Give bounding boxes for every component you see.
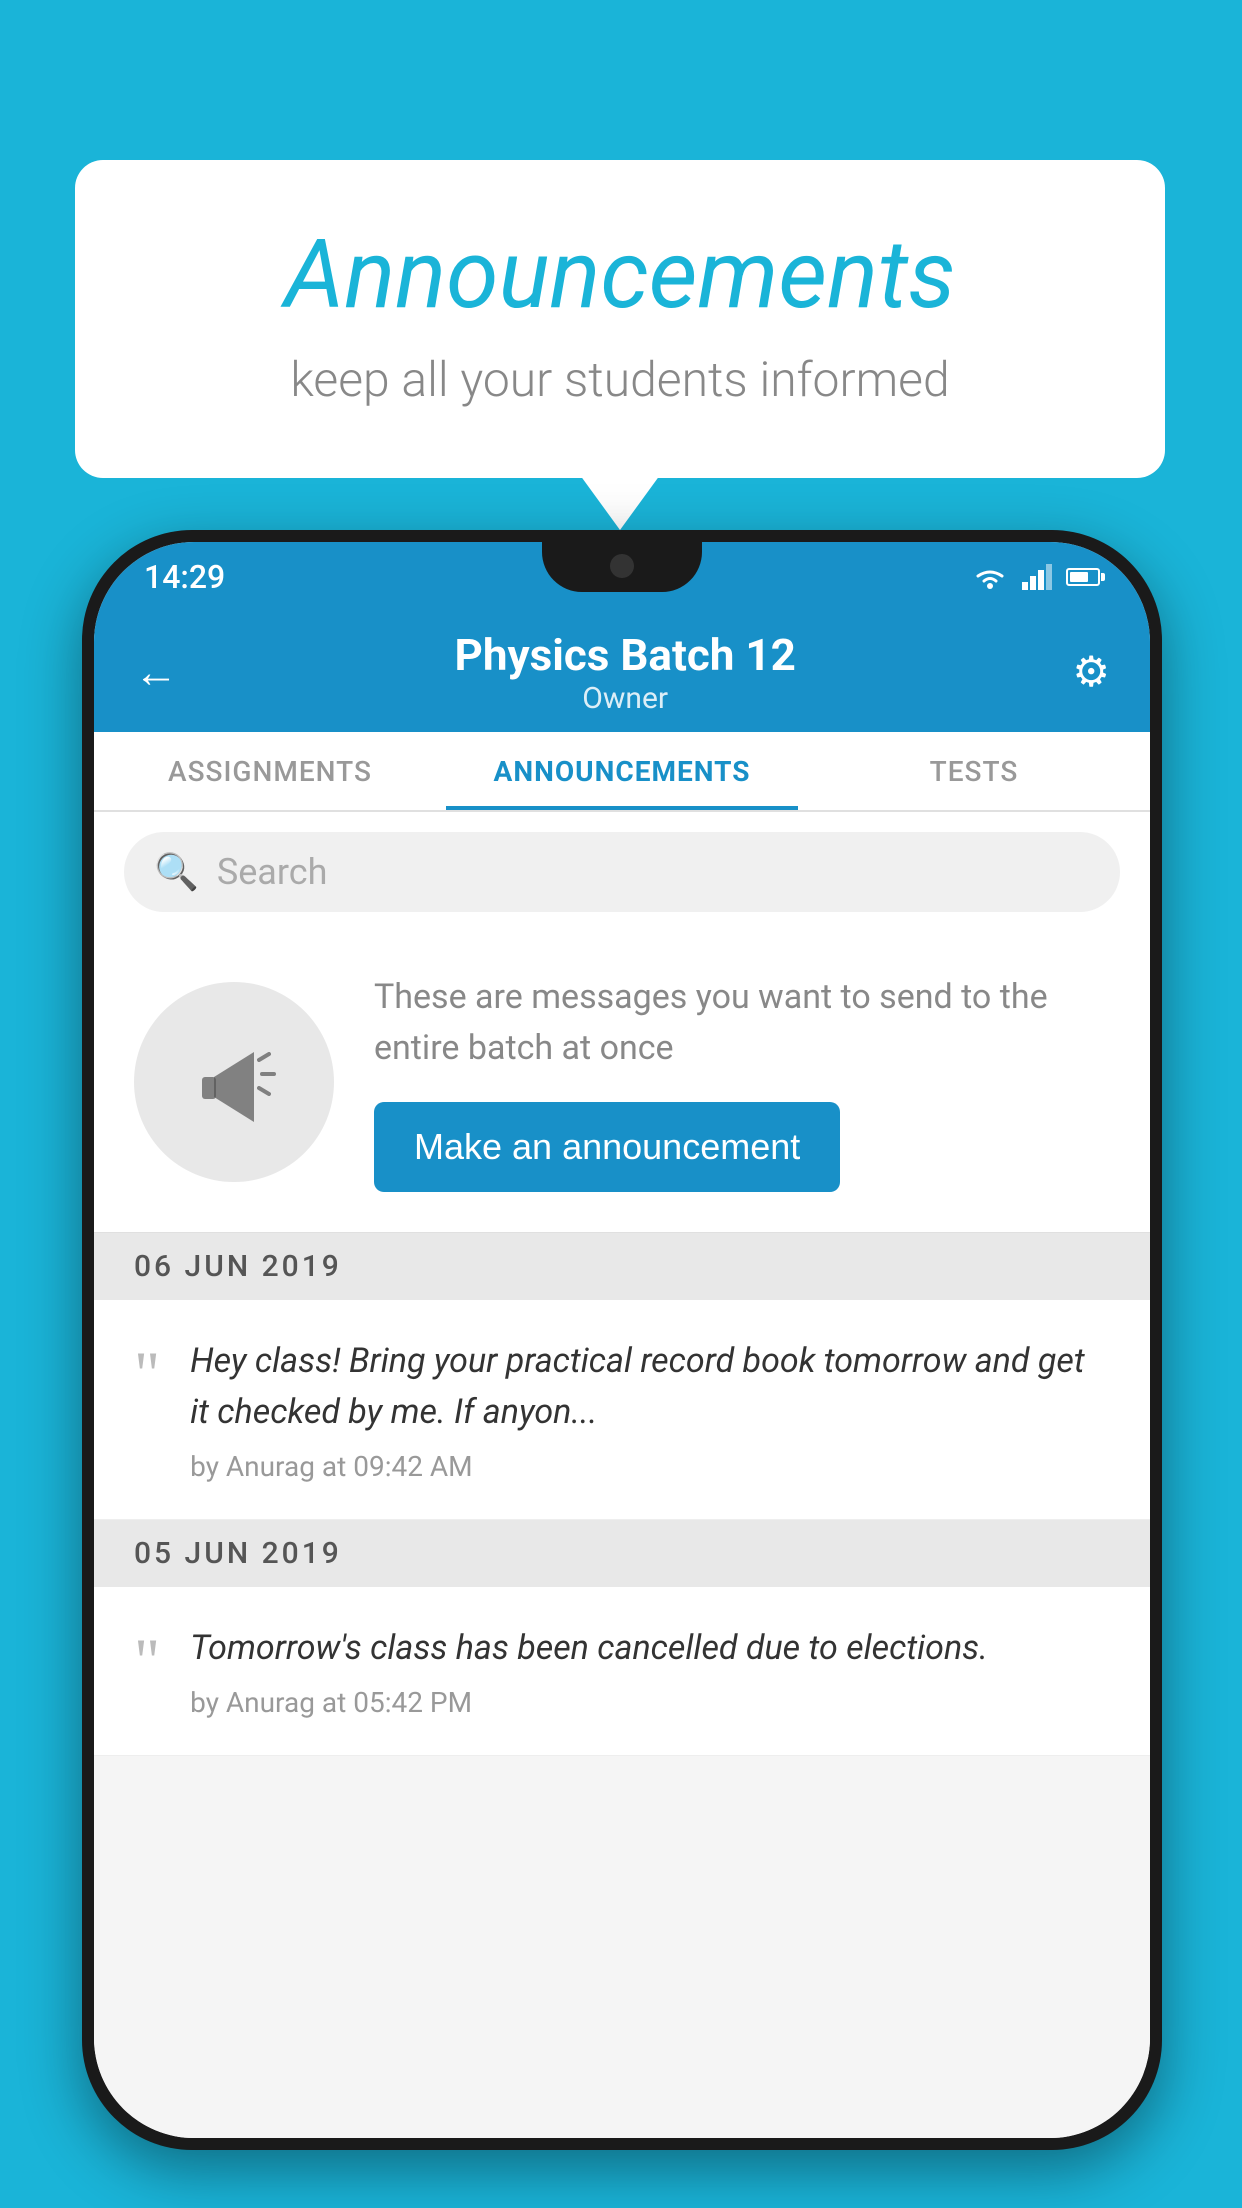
- quote-icon-2: ": [134, 1629, 160, 1693]
- camera-notch: [610, 554, 634, 578]
- status-icons: [972, 564, 1100, 590]
- speech-bubble-title: Announcements: [155, 220, 1085, 331]
- promo-content: These are messages you want to send to t…: [374, 972, 1110, 1192]
- header-title: Physics Batch 12: [454, 629, 795, 681]
- search-bar[interactable]: 🔍 Search: [124, 832, 1120, 912]
- tab-tests[interactable]: TESTS: [798, 732, 1150, 810]
- battery-icon: [1066, 568, 1100, 586]
- phone-inner: 14:29: [94, 542, 1150, 2138]
- tab-announcements[interactable]: ANNOUNCEMENTS: [446, 732, 798, 810]
- announcement-item-1[interactable]: " Hey class! Bring your practical record…: [94, 1300, 1150, 1520]
- quote-icon-1: ": [134, 1342, 160, 1406]
- date-divider-1: 06 JUN 2019: [94, 1233, 1150, 1300]
- speech-bubble-subtitle: keep all your students informed: [155, 351, 1085, 408]
- phone-frame: 14:29: [82, 530, 1162, 2150]
- announcement-message-2: Tomorrow's class has been cancelled due …: [190, 1623, 1110, 1674]
- announcement-meta-1: by Anurag at 09:42 AM: [190, 1450, 1110, 1483]
- header-center: Physics Batch 12 Owner: [454, 629, 795, 716]
- date-label-2: 05 JUN 2019: [134, 1536, 342, 1571]
- announcement-meta-2: by Anurag at 05:42 PM: [190, 1686, 1110, 1719]
- back-button[interactable]: ←: [134, 646, 178, 698]
- announcement-text-1: Hey class! Bring your practical record b…: [190, 1336, 1110, 1483]
- speech-bubble-container: Announcements keep all your students inf…: [75, 160, 1165, 478]
- megaphone-icon: [184, 1032, 284, 1132]
- signal-icon: [1022, 564, 1052, 590]
- app-content: 🔍 Search: [94, 812, 1150, 2138]
- tab-assignments[interactable]: ASSIGNMENTS: [94, 732, 446, 810]
- settings-icon[interactable]: ⚙: [1072, 647, 1110, 697]
- speech-bubble: Announcements keep all your students inf…: [75, 160, 1165, 478]
- search-icon: 🔍: [154, 851, 199, 893]
- wifi-icon: [972, 564, 1008, 590]
- make-announcement-button[interactable]: Make an announcement: [374, 1102, 840, 1192]
- date-divider-2: 05 JUN 2019: [94, 1520, 1150, 1587]
- header-subtitle: Owner: [454, 681, 795, 716]
- phone-content-wrapper: 14:29: [94, 542, 1150, 2138]
- announcement-message-1: Hey class! Bring your practical record b…: [190, 1336, 1110, 1438]
- app-header: ← Physics Batch 12 Owner ⚙: [94, 612, 1150, 732]
- status-time: 14:29: [144, 558, 225, 596]
- search-placeholder: Search: [217, 851, 328, 893]
- announcement-text-2: Tomorrow's class has been cancelled due …: [190, 1623, 1110, 1719]
- promo-icon-circle: [134, 982, 334, 1182]
- announcement-promo: These are messages you want to send to t…: [94, 932, 1150, 1233]
- date-label-1: 06 JUN 2019: [134, 1249, 342, 1284]
- announcement-item-2[interactable]: " Tomorrow's class has been cancelled du…: [94, 1587, 1150, 1756]
- phone-notch: [542, 542, 702, 592]
- tabs-bar: ASSIGNMENTS ANNOUNCEMENTS TESTS: [94, 732, 1150, 812]
- promo-description: These are messages you want to send to t…: [374, 972, 1110, 1074]
- search-bar-container: 🔍 Search: [94, 812, 1150, 932]
